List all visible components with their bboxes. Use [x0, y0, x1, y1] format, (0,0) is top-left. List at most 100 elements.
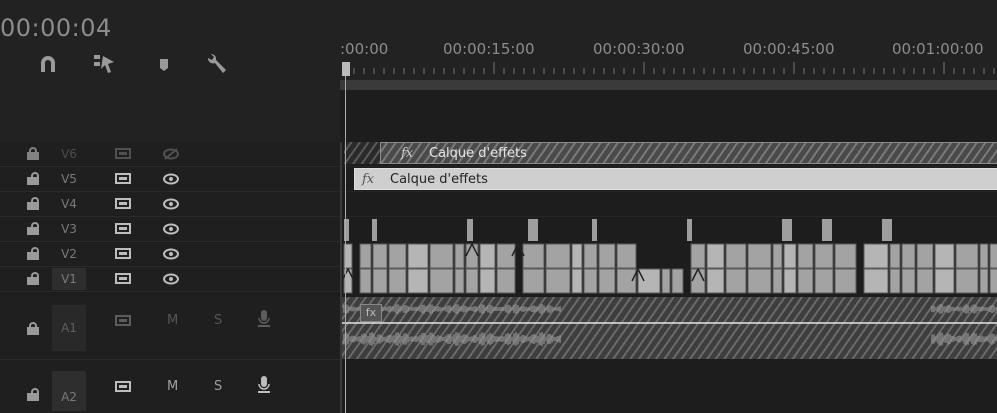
video-clip	[747, 243, 772, 269]
video-clip	[637, 268, 661, 294]
lock-open-icon[interactable]	[27, 272, 39, 285]
video-clip	[955, 268, 979, 294]
lock-open-icon[interactable]	[27, 247, 39, 260]
playhead-handle[interactable]	[342, 62, 350, 76]
track-name-v1[interactable]: V1	[52, 268, 86, 290]
track-header-a2[interactable]: A2 M S	[0, 361, 340, 413]
video-clip	[661, 268, 671, 294]
solo-button[interactable]: S	[214, 313, 222, 328]
sync-lock-icon[interactable]	[115, 223, 131, 234]
lane-v6[interactable]: fx Calque d'effets	[342, 142, 997, 167]
track-header-v4[interactable]: V4	[0, 192, 340, 217]
track-name-v5[interactable]: V5	[52, 168, 86, 190]
lane-v5[interactable]: fx Calque d'effets	[342, 167, 997, 192]
track-headers: V6 V5 V4 V3 V2 V1 A1 M S A2 M S	[0, 142, 340, 413]
sync-lock-icon[interactable]	[115, 273, 131, 284]
clip-v3	[467, 219, 473, 241]
track-header-v5[interactable]: V5	[0, 167, 340, 192]
marker-icon[interactable]	[152, 52, 176, 76]
video-clip	[671, 268, 684, 294]
eye-icon[interactable]	[163, 173, 179, 185]
mute-button[interactable]: M	[167, 379, 178, 394]
sync-lock-icon[interactable]	[115, 248, 131, 259]
lock-closed-icon[interactable]	[27, 322, 39, 335]
lock-open-icon[interactable]	[27, 197, 39, 210]
video-clip	[889, 268, 901, 294]
sync-lock-icon[interactable]	[115, 315, 131, 326]
lock-open-icon[interactable]	[27, 388, 39, 401]
solo-button[interactable]: S	[214, 379, 222, 394]
video-clip	[989, 268, 997, 294]
video-clip	[772, 243, 783, 269]
microphone-icon[interactable]	[258, 310, 270, 328]
track-name-a2[interactable]: A2	[52, 371, 86, 411]
ruler-label: 00:00:30:00	[593, 40, 685, 58]
video-clip	[979, 243, 989, 269]
lock-open-icon[interactable]	[27, 172, 39, 185]
track-name-v4[interactable]: V4	[52, 193, 86, 215]
playhead-timecode[interactable]: 00:00:04	[0, 14, 112, 42]
video-clip	[783, 243, 797, 269]
mute-button[interactable]: M	[167, 313, 178, 328]
work-area-bar[interactable]	[340, 80, 997, 90]
track-name-a1[interactable]: A1	[52, 305, 86, 351]
video-clip	[616, 243, 637, 269]
video-clip	[797, 268, 814, 294]
eye-icon[interactable]	[163, 223, 179, 235]
track-header-v6[interactable]: V6	[0, 142, 340, 167]
track-header-v3[interactable]: V3	[0, 217, 340, 242]
video-clip	[690, 243, 706, 269]
audio-lane-a2[interactable]	[342, 361, 997, 413]
video-clip	[429, 268, 454, 294]
track-header-v1[interactable]: V1	[0, 267, 340, 292]
lock-closed-icon[interactable]	[27, 147, 39, 160]
video-clip	[979, 268, 989, 294]
video-clip	[772, 268, 783, 294]
sync-lock-icon[interactable]	[115, 173, 131, 184]
video-clip	[454, 268, 465, 294]
track-name-v2[interactable]: V2	[52, 243, 86, 265]
clip-v3	[372, 219, 377, 241]
playhead-line[interactable]	[345, 76, 346, 413]
video-clip	[725, 243, 747, 269]
video-clip	[372, 243, 388, 269]
microphone-icon[interactable]	[258, 376, 270, 394]
audio-waveforms	[342, 304, 997, 346]
video-clip	[407, 243, 429, 269]
video-clip	[814, 243, 834, 269]
video-clip	[690, 268, 706, 294]
ruler-label: 00:00:45:00	[743, 40, 835, 58]
ruler-label: :00:00	[340, 40, 389, 58]
track-lanes[interactable]: fx Calque d'effets fx Calque d'effets fx	[340, 142, 997, 413]
clip-label: Calque d'effets	[390, 172, 488, 187]
clip-v3	[687, 219, 692, 241]
adjustment-layer-clip-v6[interactable]: fx Calque d'effets	[380, 142, 997, 164]
video-clip	[545, 243, 571, 269]
track-name-v3[interactable]: V3	[52, 218, 86, 240]
video-clip	[814, 268, 834, 294]
eye-icon[interactable]	[163, 273, 179, 285]
video-clip	[598, 268, 616, 294]
eye-icon[interactable]	[163, 198, 179, 210]
track-header-a1[interactable]: A1 M S	[0, 297, 340, 360]
track-header-v2[interactable]: V2	[0, 242, 340, 267]
video-clip	[359, 268, 372, 294]
magnet-icon[interactable]	[36, 52, 60, 76]
lock-open-icon[interactable]	[27, 222, 39, 235]
eye-hidden-icon[interactable]	[163, 148, 179, 160]
video-clip	[545, 268, 571, 294]
video-clip	[571, 243, 583, 269]
wrench-icon[interactable]	[204, 52, 228, 76]
video-clip	[496, 268, 516, 294]
eye-icon[interactable]	[163, 248, 179, 260]
sync-lock-icon[interactable]	[115, 381, 131, 392]
clip-label: Calque d'effets	[429, 146, 527, 161]
sync-lock-icon[interactable]	[115, 198, 131, 209]
video-clips[interactable]	[342, 214, 997, 294]
adjustment-layer-clip-v5[interactable]: fx Calque d'effets	[354, 168, 997, 190]
track-name-v6[interactable]: V6	[52, 143, 86, 165]
video-clip	[571, 268, 583, 294]
time-ruler[interactable]: :00:00 00:00:15:00 00:00:30:00 00:00:45:…	[340, 0, 997, 90]
linked-selection-icon[interactable]	[92, 52, 116, 76]
sync-lock-icon[interactable]	[115, 148, 131, 159]
